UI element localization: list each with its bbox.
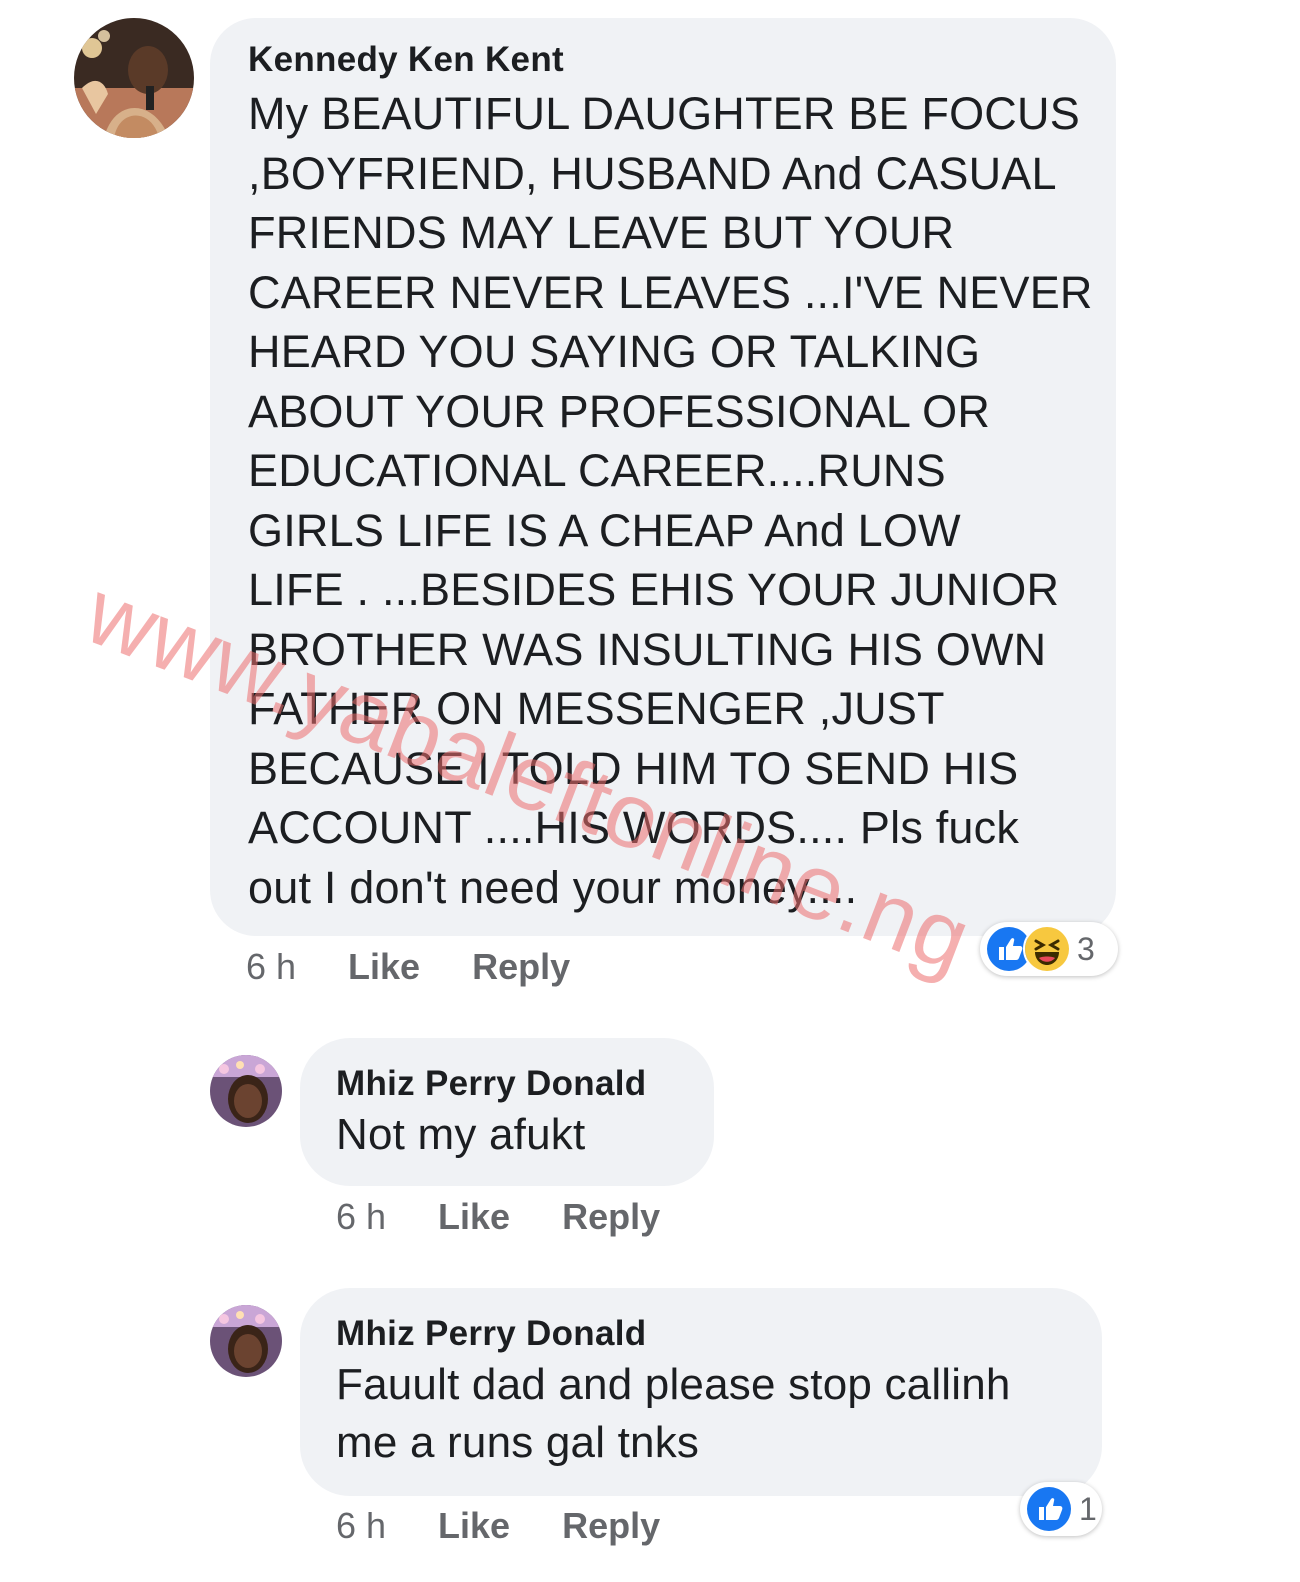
avatar-perry[interactable]	[210, 1055, 282, 1127]
comment-author[interactable]: Mhiz Perry Donald	[336, 1064, 714, 1104]
like-button[interactable]: Like	[348, 947, 420, 987]
comment-timestamp[interactable]: 6 h	[336, 1197, 386, 1237]
comment-timestamp[interactable]: 6 h	[246, 947, 296, 987]
comment-timestamp[interactable]: 6 h	[336, 1506, 386, 1546]
like-button[interactable]: Like	[438, 1197, 510, 1237]
comment-actions: 6 h Like Reply	[336, 1506, 660, 1546]
like-icon	[1025, 1485, 1073, 1533]
avatar-kennedy[interactable]	[74, 18, 194, 138]
haha-icon	[1023, 925, 1071, 973]
comment-author[interactable]: Mhiz Perry Donald	[336, 1314, 1102, 1354]
comment-author[interactable]: Kennedy Ken Kent	[248, 40, 1116, 80]
reaction-summary[interactable]: 1	[1020, 1482, 1102, 1536]
reply-button[interactable]: Reply	[472, 947, 570, 987]
reaction-summary[interactable]: 3	[980, 922, 1118, 976]
reaction-count: 3	[1077, 930, 1095, 967]
comment-actions: 6 h Like Reply	[336, 1197, 660, 1237]
reply-button[interactable]: Reply	[562, 1197, 660, 1237]
comment-actions: 6 h Like Reply	[246, 947, 570, 987]
comment-bubble: Mhiz Perry Donald Fauult dad and please …	[300, 1288, 1102, 1496]
comment-text: Fauult dad and please stop callinh me a …	[336, 1360, 1011, 1467]
reaction-count: 1	[1079, 1490, 1097, 1527]
comment-bubble: Mhiz Perry Donald Not my afukt	[300, 1038, 714, 1186]
comment-text: My BEAUTIFUL DAUGHTER BE FOCUS ,BOYFRIEN…	[248, 88, 1093, 913]
like-button[interactable]: Like	[438, 1506, 510, 1546]
comment-bubble: Kennedy Ken Kent My BEAUTIFUL DAUGHTER B…	[210, 18, 1116, 936]
reply-button[interactable]: Reply	[562, 1506, 660, 1546]
comment-text: Not my afukt	[336, 1110, 586, 1159]
avatar-perry[interactable]	[210, 1305, 282, 1377]
